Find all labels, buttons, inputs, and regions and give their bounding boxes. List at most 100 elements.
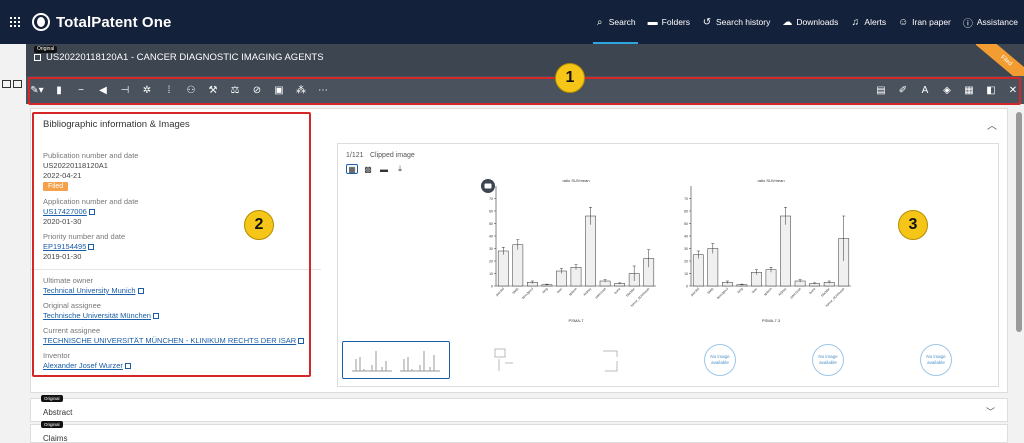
original-assignee-link[interactable]: Technische Universität München [43, 311, 159, 320]
megaphone-icon[interactable]: ◀ [92, 80, 114, 100]
section-title: Abstract [43, 408, 73, 417]
download-icon[interactable]: ⤓ [394, 164, 406, 174]
application-number-link[interactable]: US17427006 [43, 207, 95, 216]
thumbnail-6[interactable]: No image available [882, 341, 990, 379]
abstract-section[interactable]: Original Abstract ﹀ [30, 395, 1008, 422]
minus-icon[interactable]: − [70, 80, 92, 100]
collapse-chevron-up-icon[interactable]: ︿ [987, 117, 997, 132]
x-tick-label: bladder [820, 286, 831, 297]
original-assignee-label: Original assignee [43, 301, 101, 310]
nav-user[interactable]: ☺ Iran paper [892, 0, 957, 44]
tree-icon[interactable]: ⊣ [114, 80, 136, 100]
no-image-placeholder: No image available [920, 344, 952, 376]
single-pane-icon[interactable] [2, 80, 11, 88]
y-tick-label: 0 [491, 284, 493, 288]
nav-folders[interactable]: ▬ Folders [642, 0, 696, 44]
chevron-down-icon[interactable]: ﹀ [986, 405, 995, 418]
y-tick-label: 10 [684, 272, 688, 276]
bibliographic-panel: Bibliographic information & Images ︿ Pub… [30, 108, 1008, 393]
document-title-bar: Original US20220118120A1 - CANCER DIAGNO… [26, 44, 1024, 80]
x-tick-label: kidney [583, 287, 593, 297]
apps-grid-icon[interactable] [2, 17, 28, 27]
chart-title: ratio SUVmean [757, 178, 784, 183]
shield-icon[interactable]: ◈ [936, 80, 958, 100]
sparkle-tree-icon[interactable]: ✲ [136, 80, 158, 100]
single-view-icon[interactable]: ▬ [378, 164, 390, 174]
viewer-tools: ▦ ▩ ▬ ⤓ [346, 164, 406, 174]
owner-name: Technical University Munich [43, 286, 136, 295]
image-counter: 1/121 [346, 152, 364, 159]
scale-icon[interactable]: ⚖ [224, 80, 246, 100]
nav-assistance-label: Assistance [976, 17, 1018, 27]
application-number: US17427006 [43, 207, 87, 216]
owner-link[interactable]: Technical University Munich [43, 286, 144, 295]
bookmark-icon[interactable]: ▮ [48, 80, 70, 100]
publication-number: US20220118120A1 [43, 161, 108, 170]
nav-assistance[interactable]: ⓘ Assistance [957, 0, 1024, 44]
x-tick-label: parotid [690, 287, 700, 297]
current-assignee-link[interactable]: TECHNISCHE UNIVERSITÄT MÜNCHEN - KLINIKU… [43, 336, 305, 345]
no-image-placeholder: No image available [812, 344, 844, 376]
edit-icon[interactable]: ✐ [892, 80, 914, 100]
folder-icon: ▬ [647, 16, 658, 28]
brand-logo[interactable]: TotalPatent One [32, 13, 171, 31]
x-tick-label: pancreas [789, 287, 802, 300]
status-badge: Filed [43, 182, 69, 191]
more-icon[interactable]: ⋯ [312, 80, 334, 100]
thumbnail-drawing-icon [494, 348, 513, 371]
panel-icon[interactable]: ◧ [980, 80, 1002, 100]
thumbnail-drawing-icon [603, 350, 618, 372]
image-viewer: 1/121 Clipped image ▦ ▩ ▬ ⤓ ratio SUVmea… [337, 143, 999, 387]
nav-search-label: Search [608, 17, 636, 27]
section-title: Claims [43, 434, 68, 443]
nav-downloads[interactable]: ☁ Downloads [776, 0, 844, 44]
status-corner-text: Filed [976, 44, 1024, 80]
patent-figure[interactable]: ratio SUVmean 0 10 20 30 40 50 60 70 parotid SMG bl… [478, 170, 858, 338]
page-scrollbar[interactable] [1016, 112, 1022, 332]
translate-icon[interactable]: A [914, 80, 936, 100]
nav-user-label: Iran paper [912, 17, 951, 27]
thumbnail-4[interactable]: No image available [666, 341, 774, 379]
pen-icon[interactable]: ✎▾ [26, 80, 48, 100]
y-tick-label: 40 [684, 234, 688, 238]
network-icon[interactable]: ⁂ [290, 80, 312, 100]
thumbnail-selected[interactable] [342, 341, 450, 379]
bar [512, 244, 524, 287]
brand-name: TotalPatent One [56, 13, 172, 31]
nav-alerts[interactable]: ♫ Alerts [844, 0, 892, 44]
nav-search[interactable]: ⌕ Search [589, 0, 642, 44]
thumbnail-3[interactable] [558, 341, 666, 379]
tag-icon[interactable]: ⊘ [246, 80, 268, 100]
nav-search-history[interactable]: ↺ Search history [696, 0, 776, 44]
hammer-icon[interactable]: ⚒ [202, 80, 224, 100]
document-icon[interactable]: ▤ [870, 80, 892, 100]
tile-view-icon[interactable]: ▩ [362, 164, 374, 174]
document-checkbox[interactable] [34, 54, 41, 61]
bar-list-icon[interactable]: ⁞ [158, 80, 180, 100]
split-pane-icon[interactable] [13, 80, 22, 88]
grid-view-icon[interactable]: ▦ [346, 164, 358, 174]
claims-section[interactable]: Original Claims [30, 421, 1008, 443]
external-link-icon [124, 362, 131, 369]
thumbnail-5[interactable]: No image available [774, 341, 882, 379]
inventor-link[interactable]: Alexander Josef Wurzer [43, 361, 131, 370]
toolbar-right-group: ▤ ✐ A ◈ ▦ ◧ ✕ [870, 80, 1024, 100]
bibliographic-fields: Publication number and date US2022011812… [31, 145, 321, 370]
x-tick-label: pancreas [594, 287, 607, 300]
y-tick-label: 30 [684, 247, 688, 251]
comment-icon[interactable]: ▣ [268, 80, 290, 100]
priority-number-link[interactable]: EP19154495 [43, 242, 95, 251]
y-tick-label: 60 [684, 209, 688, 213]
top-navigation-bar: TotalPatent One ⌕ Search ▬ Folders ↺ Search… [0, 0, 1024, 44]
save-icon[interactable]: ▦ [958, 80, 980, 100]
y-tick-label: 20 [489, 259, 493, 263]
close-icon[interactable]: ✕ [1002, 80, 1024, 100]
thumbnail-2[interactable] [450, 341, 558, 379]
callout-badge-3: 3 [898, 210, 928, 240]
x-tick-label: SMG [706, 287, 714, 295]
search-icon: ⌕ [596, 16, 603, 28]
people-icon[interactable]: ⚇ [180, 80, 202, 100]
x-tick-label: spleen [763, 287, 773, 297]
publication-label: Publication number and date [43, 151, 139, 160]
x-tick-label: liver [751, 286, 759, 294]
